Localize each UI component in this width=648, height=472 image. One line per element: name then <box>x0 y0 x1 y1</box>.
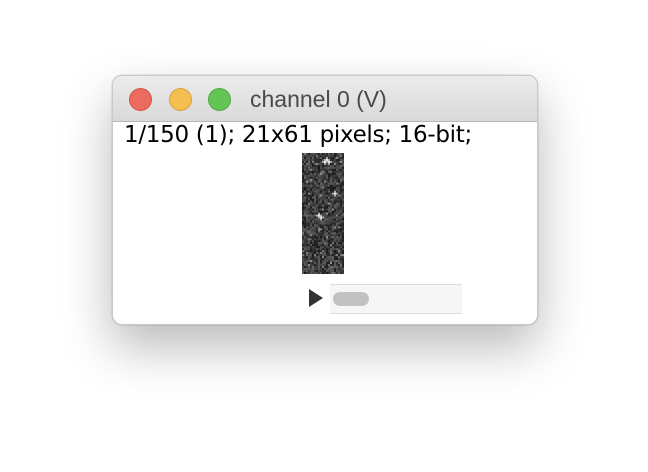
close-button[interactable] <box>129 88 152 111</box>
minimize-button[interactable] <box>169 88 192 111</box>
image-info-text: 1/150 (1); 21x61 pixels; 16-bit; <box>124 122 472 148</box>
play-button[interactable] <box>309 289 323 307</box>
image-canvas[interactable] <box>302 153 344 274</box>
title-bar[interactable]: channel 0 (V) <box>113 76 537 122</box>
maximize-button[interactable] <box>208 88 231 111</box>
slice-scrollbar[interactable] <box>330 284 462 314</box>
play-icon <box>309 289 323 307</box>
scrollbar-thumb[interactable] <box>333 292 369 306</box>
image-window: channel 0 (V) 1/150 (1); 21x61 pixels; 1… <box>112 75 538 325</box>
noise-image <box>302 153 344 274</box>
window-title: channel 0 (V) <box>250 86 387 112</box>
